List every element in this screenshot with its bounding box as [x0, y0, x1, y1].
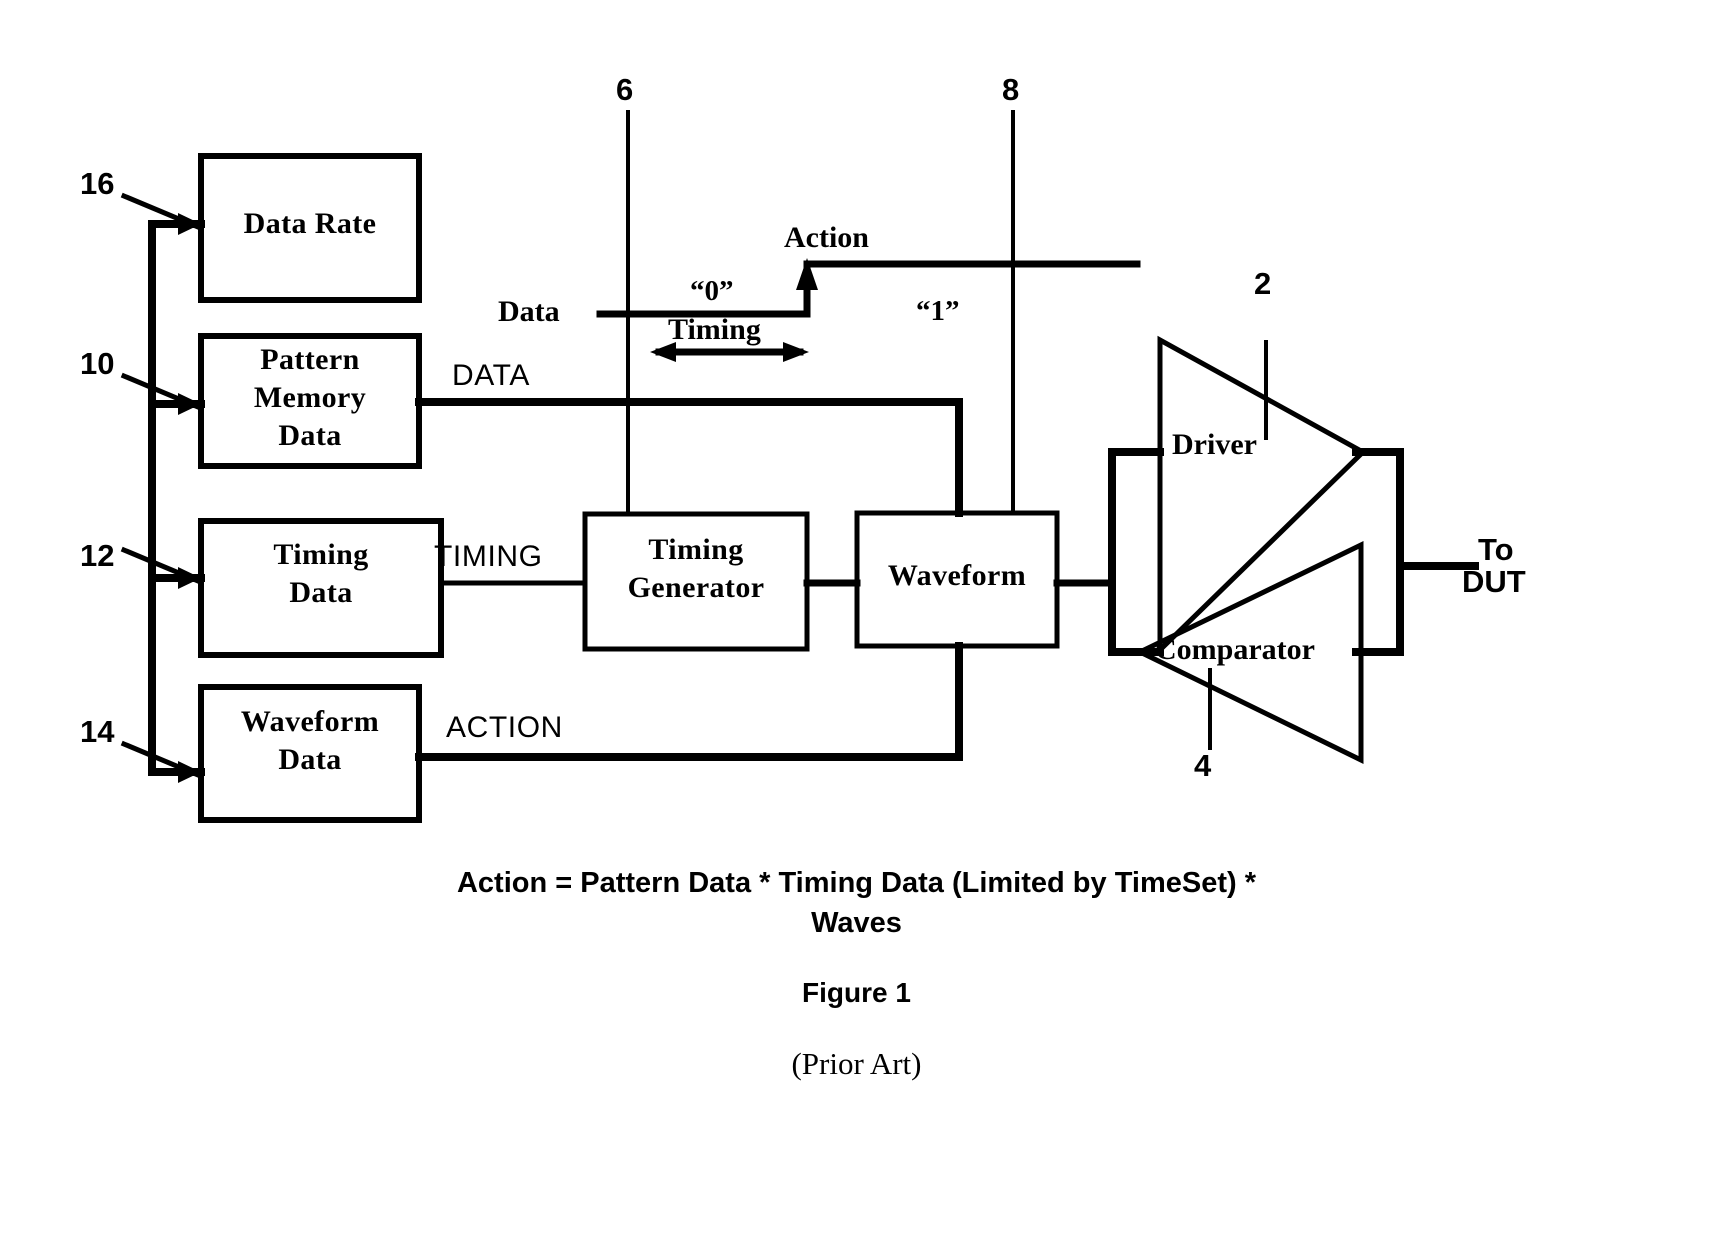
refnum-4: 4 [1194, 748, 1212, 783]
comparator-label: Comparator [1155, 633, 1315, 666]
refnum-2: 2 [1254, 266, 1272, 301]
driver-label: Driver [1172, 428, 1257, 461]
waveform-label-data: Data [498, 295, 560, 328]
waveform-bit-one: “1” [916, 295, 960, 327]
timing-span-arrow-right [783, 342, 809, 362]
signal-label-action: ACTION [446, 711, 563, 744]
box-label-timing-generator-line1: Timing [648, 533, 744, 566]
dut-label-line2: DUT [1462, 564, 1526, 599]
refnum-8: 8 [1002, 72, 1020, 107]
box-label-waveform-data-line2: Data [278, 743, 342, 776]
box-label-timing-data-line1: Timing [273, 538, 369, 571]
box-label-waveform-data-line1: Waveform [240, 705, 380, 738]
signal-label-data: DATA [452, 359, 530, 392]
wire-data [415, 398, 963, 517]
refnum-14: 14 [80, 714, 115, 749]
patent-figure-page: Data Rate Pattern Memory Data Timing Dat… [0, 0, 1713, 1234]
waveform-label-action: Action [784, 221, 869, 254]
box-label-timing-data-line2: Data [289, 576, 353, 609]
caption-equation-line2: Waves [811, 907, 902, 939]
box-label-pattern-memory-line2: Memory [253, 381, 367, 414]
caption-equation-line1: Action = Pattern Data * Timing Data (Lim… [456, 867, 1256, 899]
box-label-timing-generator-line2: Generator [627, 571, 765, 604]
box-label-pattern-memory-line3: Data [278, 419, 342, 452]
figure-title: Figure 1 [802, 977, 911, 1008]
dut-label-line1: To [1478, 532, 1514, 567]
refnum-16: 16 [80, 166, 115, 201]
box-label-pattern-memory-line1: Pattern [260, 343, 360, 376]
waveform-span-label-timing: Timing [668, 313, 761, 346]
waveform-bit-zero: “0” [690, 275, 734, 307]
driver-triangle [1157, 335, 1368, 656]
figure-subtitle: (Prior Art) [791, 1046, 922, 1081]
box-label-waveform: Waveform [887, 559, 1027, 592]
refnum-6: 6 [616, 72, 634, 107]
refnum-10: 10 [80, 346, 115, 381]
signal-label-timing: TIMING [434, 540, 543, 573]
box-label-data-rate: Data Rate [243, 207, 377, 240]
refnum-12: 12 [80, 538, 115, 573]
